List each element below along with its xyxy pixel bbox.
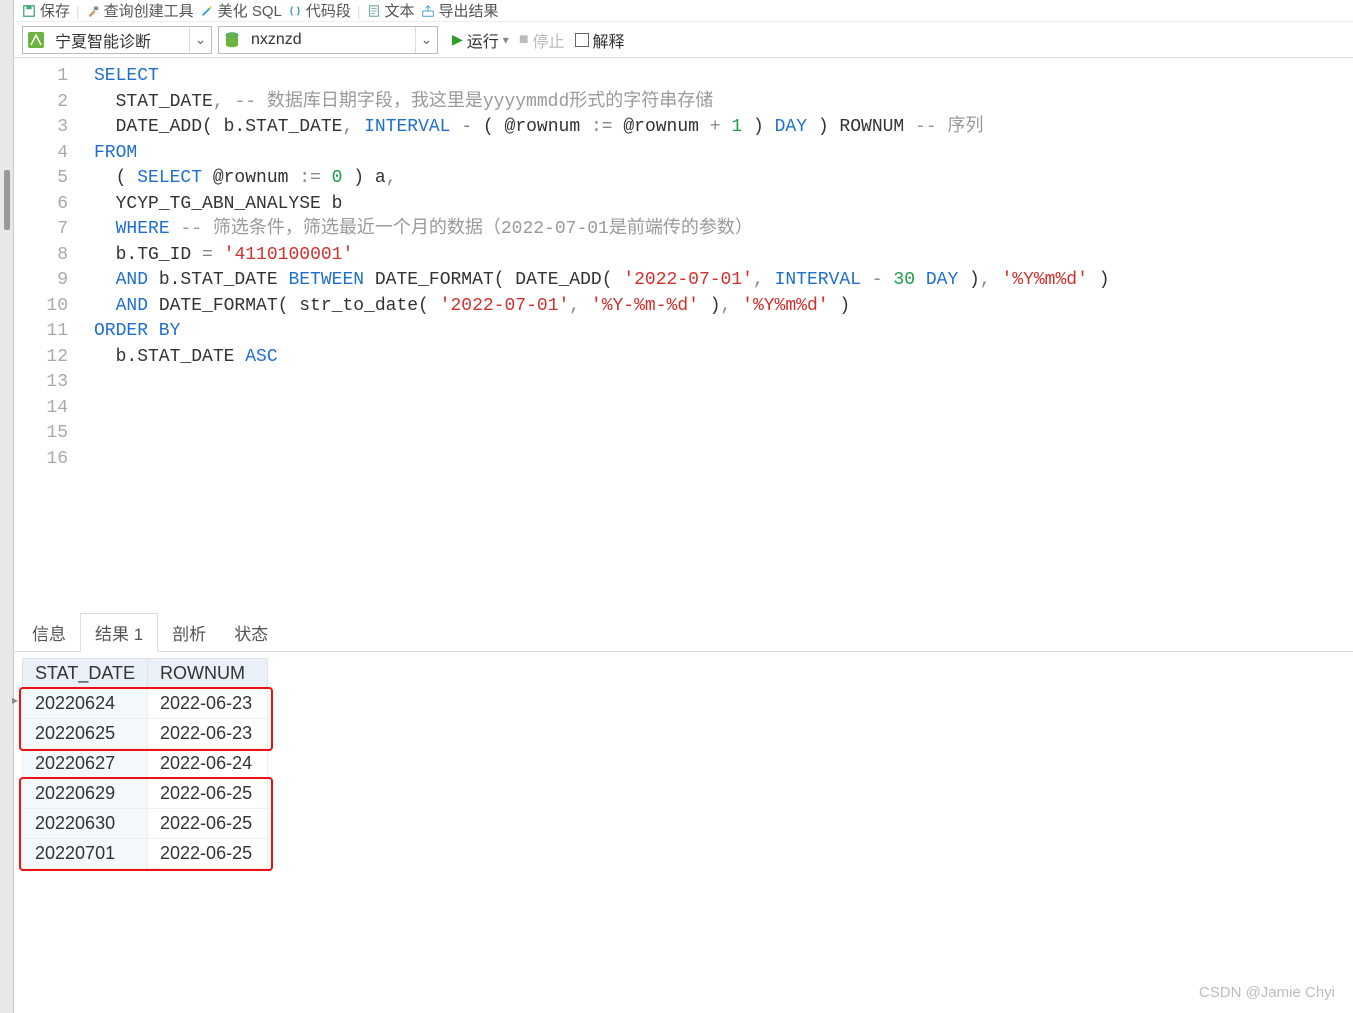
- export-label: 导出结果: [439, 0, 499, 21]
- toolbar-connection: 宁夏智能诊断 ⌄ nxznzd ⌄ ▶ 运行 ▾ ■ 停止: [14, 22, 1353, 58]
- cell[interactable]: 2022-06-23: [148, 689, 268, 719]
- database-value: nxznzd: [245, 31, 415, 49]
- table-row[interactable]: 202206242022-06-23: [23, 689, 268, 719]
- text-button[interactable]: 文本: [367, 0, 415, 21]
- query-builder-button[interactable]: 查询创建工具: [86, 0, 194, 21]
- beautify-button[interactable]: 美化 SQL: [200, 0, 282, 21]
- table-row[interactable]: 202206272022-06-24: [23, 749, 268, 779]
- tab-profile[interactable]: 剖析: [158, 614, 220, 651]
- save-label: 保存: [40, 0, 70, 21]
- cell[interactable]: 2022-06-24: [148, 749, 268, 779]
- table-row[interactable]: 202207012022-06-25: [23, 839, 268, 869]
- wand-icon: [200, 4, 214, 18]
- run-dropdown-icon[interactable]: ▾: [503, 33, 509, 47]
- table-row[interactable]: 202206302022-06-25: [23, 809, 268, 839]
- tab-result-1[interactable]: 结果 1: [80, 613, 158, 652]
- cell[interactable]: 2022-06-25: [148, 839, 268, 869]
- stop-icon: ■: [519, 31, 529, 49]
- table-row[interactable]: 202206292022-06-25: [23, 779, 268, 809]
- save-button[interactable]: 保存: [22, 0, 70, 21]
- sql-editor[interactable]: 12345678910111213141516 SELECT STAT_DATE…: [14, 58, 1353, 618]
- connection-dropdown[interactable]: 宁夏智能诊断 ⌄: [22, 26, 212, 54]
- cell[interactable]: 2022-06-25: [148, 809, 268, 839]
- result-tabs: 信息 结果 1 剖析 状态: [14, 618, 1353, 652]
- cell[interactable]: 20220630: [23, 809, 148, 839]
- stop-label: 停止: [533, 28, 565, 52]
- cell[interactable]: 2022-06-23: [148, 719, 268, 749]
- database-dropdown[interactable]: nxznzd ⌄: [218, 26, 438, 54]
- code-content[interactable]: SELECT STAT_DATE, -- 数据库日期字段，我这里是yyyymmd…: [86, 58, 1353, 618]
- explain-icon: [575, 33, 589, 47]
- play-icon: ▶: [452, 31, 463, 48]
- save-icon: [22, 4, 36, 18]
- stop-button: ■ 停止: [519, 28, 565, 52]
- hammer-icon: [86, 4, 100, 18]
- beautify-label: 美化 SQL: [218, 0, 282, 21]
- tab-info[interactable]: 信息: [18, 614, 80, 651]
- export-button[interactable]: 导出结果: [421, 0, 499, 21]
- watermark: CSDN @Jamie Chyi: [1199, 984, 1335, 1001]
- run-button[interactable]: ▶ 运行 ▾: [452, 28, 509, 52]
- chevron-down-icon[interactable]: ⌄: [415, 27, 437, 53]
- cell[interactable]: 20220627: [23, 749, 148, 779]
- result-grid[interactable]: STAT_DATEROWNUM 202206242022-06-23202206…: [14, 652, 1353, 869]
- tab-status[interactable]: 状态: [220, 614, 282, 651]
- column-header[interactable]: STAT_DATE: [23, 659, 148, 689]
- cell[interactable]: 20220629: [23, 779, 148, 809]
- connection-value: 宁夏智能诊断: [49, 28, 189, 52]
- column-header[interactable]: ROWNUM: [148, 659, 268, 689]
- table-row[interactable]: 202206252022-06-23: [23, 719, 268, 749]
- snippet-label: 代码段: [306, 0, 351, 21]
- document-icon: [367, 4, 381, 18]
- text-label: 文本: [385, 0, 415, 21]
- chevron-down-icon[interactable]: ⌄: [189, 27, 211, 53]
- connection-icon: [27, 31, 45, 49]
- cell[interactable]: 20220701: [23, 839, 148, 869]
- explain-label: 解释: [593, 28, 625, 52]
- cell[interactable]: 2022-06-25: [148, 779, 268, 809]
- run-label: 运行: [467, 28, 499, 52]
- export-icon: [421, 4, 435, 18]
- brackets-icon: [288, 4, 302, 18]
- line-gutter: 12345678910111213141516: [14, 58, 86, 618]
- database-icon: [223, 31, 241, 49]
- snippet-button[interactable]: 代码段: [288, 0, 351, 21]
- toolbar-primary: 保存 | 查询创建工具 美化 SQL 代码段 | 文本 导出结果: [14, 0, 1353, 22]
- cell[interactable]: 20220624: [23, 689, 148, 719]
- explain-button[interactable]: 解释: [575, 28, 625, 52]
- left-panel-collapse[interactable]: [0, 0, 14, 1013]
- drag-handle-icon[interactable]: [4, 170, 10, 230]
- current-row-marker: ▸: [12, 693, 18, 707]
- cell[interactable]: 20220625: [23, 719, 148, 749]
- query-builder-label: 查询创建工具: [104, 0, 194, 21]
